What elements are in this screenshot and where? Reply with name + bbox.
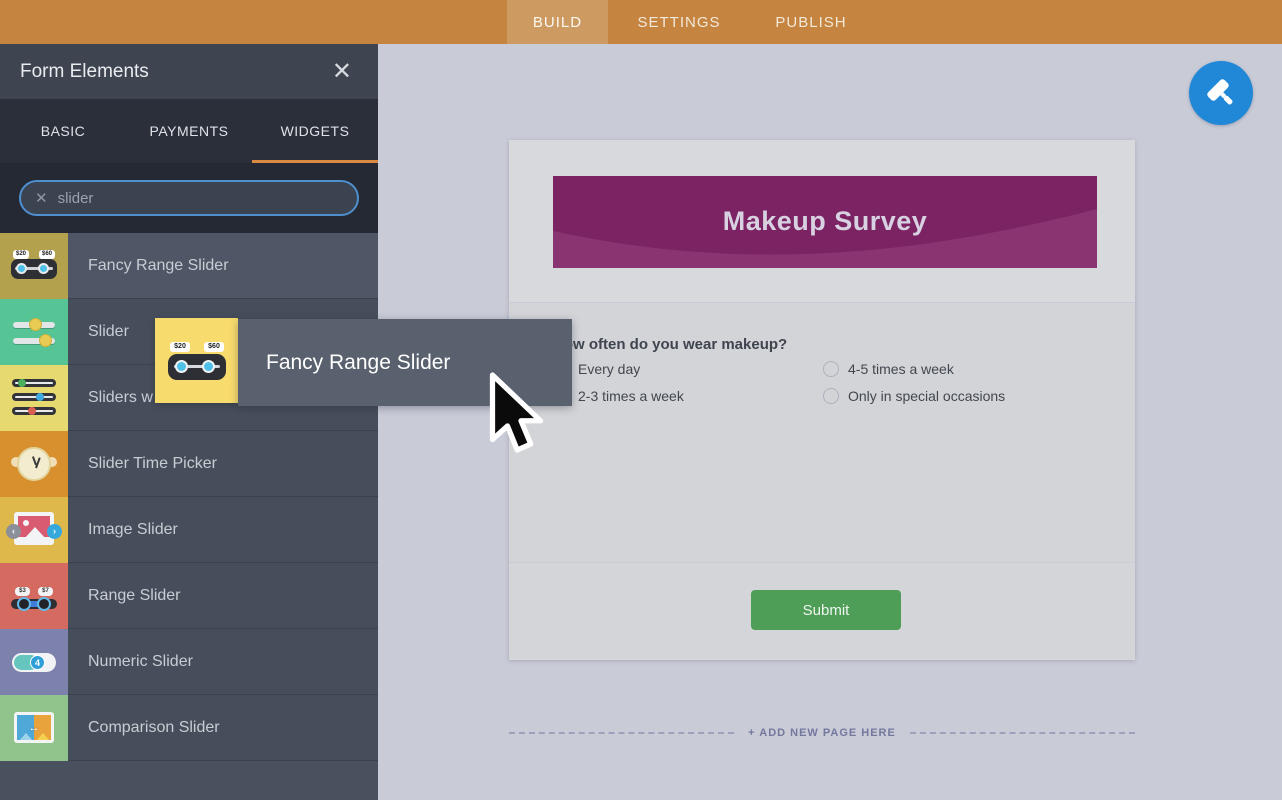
panel-header: Form Elements ✕: [0, 44, 378, 99]
dashed-line: [910, 732, 1135, 734]
widget-item-label: Range Slider: [88, 587, 181, 605]
image-slider-icon: ‹ ›: [0, 497, 68, 563]
top-navigation-bar: BUILD SETTINGS PUBLISH: [0, 0, 1282, 44]
tab-basic[interactable]: BASIC: [0, 99, 126, 163]
form-header-section: Makeup Survey: [509, 140, 1135, 303]
form-canvas: + ADD YOUR LOGO Makeup Survey How often …: [378, 44, 1282, 800]
widget-item-numeric-slider[interactable]: 4 Numeric Slider: [0, 629, 378, 695]
search-value: slider: [58, 190, 94, 207]
radio-option[interactable]: 2-3 times a week: [553, 387, 823, 404]
form-card: Makeup Survey How often do you wear make…: [509, 140, 1135, 660]
form-designer-button[interactable]: [1189, 61, 1253, 125]
tab-settings[interactable]: SETTINGS: [608, 0, 750, 44]
radio-option[interactable]: Every day: [553, 360, 823, 377]
widget-item-label: Slider: [88, 323, 129, 341]
widget-item-label: Numeric Slider: [88, 653, 193, 671]
next-arrow-icon: ›: [47, 524, 62, 539]
dashed-line: [509, 732, 734, 734]
numeric-slider-icon: 4: [0, 629, 68, 695]
radio-option-label: 2-3 times a week: [578, 388, 684, 404]
widget-item-label: Fancy Range Slider: [88, 257, 229, 275]
range-slider-icon: $3 $7: [0, 563, 68, 629]
prev-arrow-icon: ‹: [6, 524, 21, 539]
radio-option-label: 4-5 times a week: [848, 361, 954, 377]
add-new-page-label: + ADD NEW PAGE HERE: [748, 727, 896, 739]
question-block[interactable]: How often do you wear makeup? Every day …: [509, 303, 1135, 563]
widget-item-label: Sliders w: [88, 389, 153, 407]
radio-option-label: Only in special occasions: [848, 388, 1005, 404]
add-new-page-row[interactable]: + ADD NEW PAGE HERE: [509, 727, 1135, 739]
form-elements-panel: Form Elements ✕ BASIC PAYMENTS WIDGETS ✕…: [0, 44, 378, 800]
radio-options: Every day 4-5 times a week 2-3 times a w…: [553, 360, 1093, 404]
widget-item-image-slider[interactable]: ‹ › Image Slider: [0, 497, 378, 563]
tab-publish[interactable]: PUBLISH: [750, 0, 872, 44]
paint-roller-icon: [1204, 76, 1238, 110]
search-input[interactable]: ✕ slider: [19, 180, 359, 216]
radio-option[interactable]: Only in special occasions: [823, 387, 1093, 404]
fancy-range-slider-icon: $20 $60: [0, 233, 68, 299]
widget-item-fancy-range-slider[interactable]: $20 $60 Fancy Range Slider: [0, 233, 378, 299]
tab-widgets[interactable]: WIDGETS: [252, 99, 378, 163]
ghost-min-label: $20: [170, 342, 190, 352]
ghost-max-label: $60: [204, 342, 224, 352]
widget-item-label: Comparison Slider: [88, 719, 220, 737]
widget-item-label: Image Slider: [88, 521, 178, 539]
question-text: How often do you wear makeup?: [553, 336, 787, 353]
form-title-banner[interactable]: Makeup Survey: [553, 176, 1097, 268]
widget-item-slider-time-picker[interactable]: Slider Time Picker: [0, 431, 378, 497]
tab-payments[interactable]: PAYMENTS: [126, 99, 252, 163]
slider-icon: [0, 299, 68, 365]
panel-footer: [0, 761, 378, 800]
slider-time-picker-icon: [0, 431, 68, 497]
top-nav-tabs: BUILD SETTINGS PUBLISH: [507, 0, 872, 44]
form-title: Makeup Survey: [553, 206, 1097, 237]
radio-button[interactable]: [823, 361, 839, 377]
radio-option[interactable]: 4-5 times a week: [823, 360, 1093, 377]
panel-tabs: BASIC PAYMENTS WIDGETS: [0, 99, 378, 163]
comparison-slider-icon: ↔: [0, 695, 68, 761]
sliders-icon: [0, 365, 68, 431]
widget-item-comparison-slider[interactable]: ↔ Comparison Slider: [0, 695, 378, 761]
clear-search-icon[interactable]: ✕: [35, 191, 48, 206]
panel-title: Form Elements: [20, 61, 326, 83]
search-section: ✕ slider: [0, 163, 378, 233]
radio-option-label: Every day: [578, 361, 640, 377]
widget-item-label: Slider Time Picker: [88, 455, 217, 473]
drag-ghost-icon: $20 $60: [155, 318, 238, 403]
drag-ghost-label: Fancy Range Slider: [238, 319, 572, 406]
radio-button[interactable]: [823, 388, 839, 404]
widget-list: $20 $60 Fancy Range Slider Slider: [0, 233, 378, 761]
close-icon[interactable]: ✕: [326, 58, 358, 86]
widget-item-range-slider[interactable]: $3 $7 Range Slider: [0, 563, 378, 629]
tab-build[interactable]: BUILD: [507, 0, 608, 44]
drag-ghost-text: Fancy Range Slider: [266, 351, 450, 375]
form-footer-section: Submit: [509, 563, 1135, 659]
submit-button[interactable]: Submit: [751, 590, 901, 630]
